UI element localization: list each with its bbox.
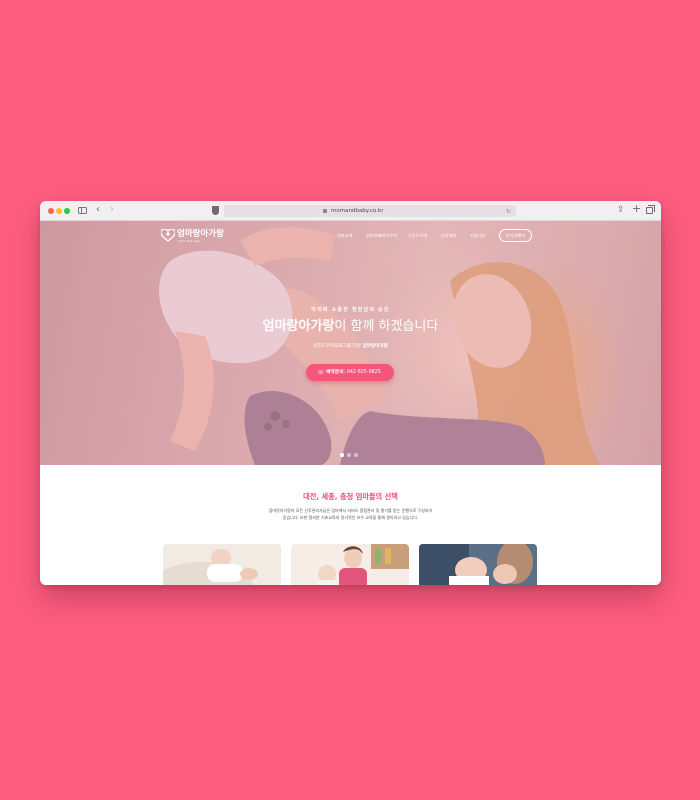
forward-icon[interactable]: ›: [110, 204, 114, 216]
newborn-care-photo: [419, 544, 537, 585]
section-description-line: 있습니다. 또한 철저한 기초교육과 정기적인 보수 교육을 통해 관리하고 있…: [282, 515, 419, 520]
tab-overview-icon[interactable]: [646, 205, 655, 214]
hero-eyebrow: 아이의 소중한 첫만남의 순간: [311, 307, 390, 313]
reservation-label: 예약문의: 042-825-0825: [326, 370, 381, 375]
intro-section: 대전, 세종, 충청 엄마들의 선택 엄마랑아가랑의 모든 산후관리사님은 엄마…: [40, 465, 661, 585]
hero-subtitle: 산후도우미프로그램 전문 엄마랑아가랑: [40, 343, 661, 351]
mother-baby-photo: [291, 544, 409, 585]
hero-title: 엄마랑아가랑이 함께 하겠습니다: [40, 318, 661, 335]
privacy-shield-icon[interactable]: [212, 206, 219, 215]
hero-title-brand: 엄마랑아가랑: [262, 319, 335, 334]
section-description: 엄마랑아가랑의 모든 산후관리사님은 엄마에서 서비스 품질관리 및 평가를 받…: [40, 507, 661, 521]
browser-toolbar: ‹ › momandbaby.co.kr ↻ ⇪ +: [40, 201, 661, 221]
hero-banner: 엄마랑아가랑 mom and baby 엄마소개 엄마아빠와아우미 산후도우미 …: [40, 221, 661, 465]
sidebar-toggle-icon[interactable]: [78, 207, 87, 214]
nav-item-helper[interactable]: 산후도우미: [408, 232, 427, 240]
slider-dot[interactable]: [354, 453, 358, 457]
slider-pagination: [340, 453, 360, 457]
heart-logo-icon: [161, 229, 175, 242]
share-icon[interactable]: ⇪: [617, 204, 625, 216]
address-text[interactable]: momandbaby.co.kr: [331, 206, 384, 216]
phone-icon: ☏: [317, 369, 325, 376]
back-icon[interactable]: ‹: [96, 204, 100, 216]
reservation-call-button[interactable]: ☏ 예약문의: 042-825-0825: [306, 364, 394, 381]
lock-icon: [323, 208, 327, 213]
service-card-mother[interactable]: [291, 544, 409, 585]
logo-subtitle: mom and baby: [178, 239, 201, 243]
close-window-button[interactable]: [48, 208, 54, 214]
nav-item-family[interactable]: 엄마아빠와아우미: [366, 232, 397, 240]
service-card-newborn[interactable]: [163, 544, 281, 585]
nav-item-community[interactable]: 커뮤니티: [470, 232, 485, 240]
address-bar[interactable]: momandbaby.co.kr ↻: [224, 205, 516, 217]
browser-window: ‹ › momandbaby.co.kr ↻ ⇪ + 엄마랑아가랑 mom an…: [40, 201, 661, 585]
section-title: 대전, 세종, 충청 엄마들의 선택: [303, 492, 398, 501]
zoom-window-button[interactable]: [64, 208, 70, 214]
online-reservation-button[interactable]: 온라인예약: [499, 229, 532, 242]
reservation-phone: 042-825-0825: [346, 370, 381, 375]
hero-subtitle-text: 산후도우미프로그램 전문: [313, 344, 363, 349]
reload-icon[interactable]: ↻: [506, 208, 511, 215]
minimize-window-button[interactable]: [56, 208, 62, 214]
sleeping-baby-photo: [163, 544, 281, 585]
slider-dot[interactable]: [347, 453, 351, 457]
service-card-care[interactable]: [419, 544, 537, 585]
nav-item-intro[interactable]: 엄마소개: [337, 232, 352, 240]
reservation-label-text: 예약문의: [326, 370, 344, 375]
slider-dot[interactable]: [340, 453, 344, 457]
site-header: 엄마랑아가랑 mom and baby 엄마소개 엄마아빠와아우미 산후도우미 …: [40, 221, 661, 251]
hero-title-rest: 이 함께 하겠습니다: [334, 319, 439, 334]
hero-subtitle-brand: 엄마랑아가랑: [362, 344, 388, 349]
nav-item-care[interactable]: 산후케어: [441, 232, 456, 240]
new-tab-icon[interactable]: +: [632, 203, 641, 215]
section-description-line: 엄마랑아가랑의 모든 산후관리사님은 엄마에서 서비스 품질관리 및 평가를 받…: [268, 508, 433, 513]
logo-wordmark: 엄마랑아가랑: [177, 229, 224, 239]
